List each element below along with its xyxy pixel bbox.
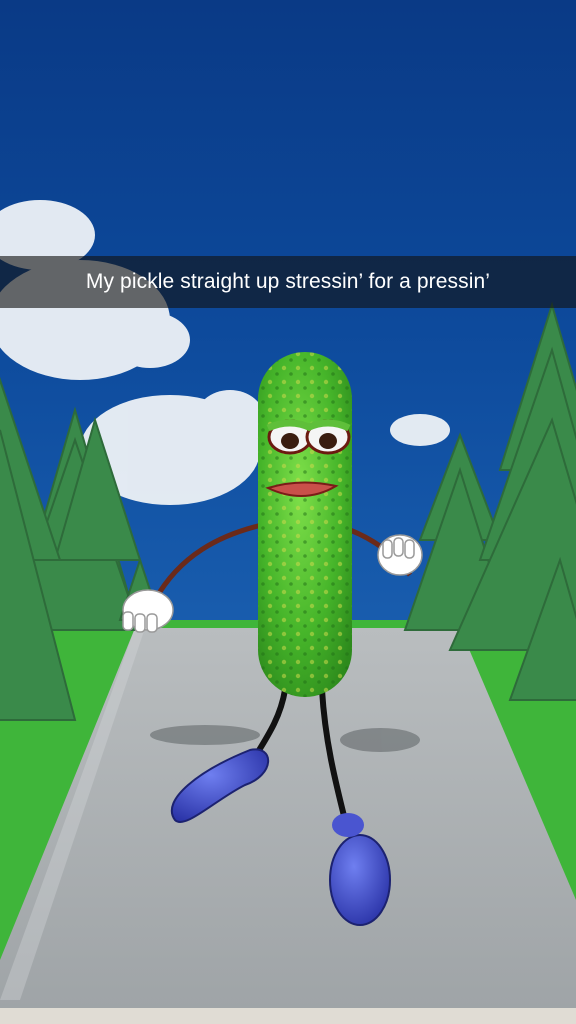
pickle-character (258, 352, 352, 697)
right-glove (377, 534, 423, 576)
snap-photo (0, 0, 576, 1024)
snap-caption-bar: My pickle straight up stressin’ for a pr… (0, 256, 576, 308)
snap-caption-text: My pickle straight up stressin’ for a pr… (85, 270, 491, 293)
